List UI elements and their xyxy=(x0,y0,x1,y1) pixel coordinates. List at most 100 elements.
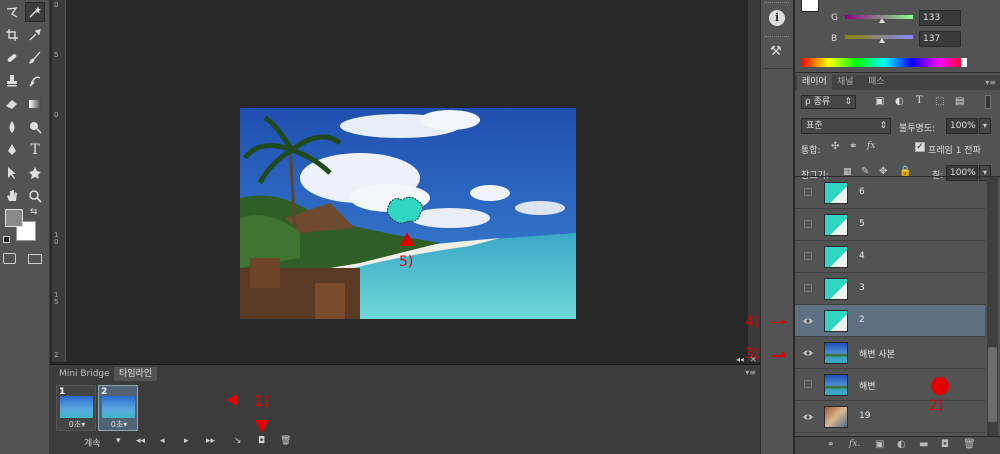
link-layers-icon[interactable]: ⚭ xyxy=(827,440,835,450)
chevron-down-icon[interactable]: ▾ xyxy=(116,436,121,446)
opacity-field[interactable] xyxy=(946,118,978,134)
timeline-frame-2[interactable]: 2 0초▾ xyxy=(98,385,138,431)
pixel-filter-icon[interactable]: ▣ xyxy=(875,96,884,107)
layer-thumbnail xyxy=(824,374,848,396)
magic-wand-icon[interactable] xyxy=(25,2,45,22)
foreground-color-swatch[interactable] xyxy=(5,209,23,227)
collapse-panels-icon[interactable]: ◂◂ xyxy=(736,355,744,364)
new-group-icon[interactable]: ▬ xyxy=(919,439,928,450)
shape-icon[interactable] xyxy=(25,163,45,183)
frame-delay-select[interactable]: 0초▾ xyxy=(99,419,139,430)
color-swatch[interactable] xyxy=(801,0,819,12)
tool-presets-icon[interactable]: ⚒ xyxy=(770,44,782,59)
visibility-toggle[interactable] xyxy=(804,220,812,228)
path-select-icon[interactable] xyxy=(2,163,22,183)
tab-channels[interactable]: 채널 xyxy=(837,75,854,90)
adjustment-layer-icon[interactable]: ◐ xyxy=(897,439,906,450)
unify-style-icon[interactable]: fx xyxy=(867,141,875,151)
duplicate-frame-icon[interactable]: ◘ xyxy=(258,436,265,446)
tween-icon[interactable]: ↘ xyxy=(234,436,242,446)
pen-icon[interactable] xyxy=(2,140,22,160)
fx-icon[interactable]: fx. xyxy=(849,439,860,449)
first-frame-icon[interactable]: ◂◂ xyxy=(136,436,145,446)
default-colors-icon[interactable] xyxy=(3,236,10,243)
history-brush-icon[interactable] xyxy=(25,71,45,91)
scrollbar-thumb[interactable] xyxy=(988,347,997,422)
g-label: G xyxy=(831,13,838,23)
stamp-icon[interactable] xyxy=(2,71,22,91)
right-panel: G B 레이어 채널 패스 ▾≡ ρ 종류 ⇕ ▣ ◐ T ⬚ ▤ 표준 xyxy=(795,0,1000,454)
tab-paths[interactable]: 패스 xyxy=(868,75,885,90)
brush-icon[interactable] xyxy=(25,48,45,68)
swap-colors-icon[interactable]: ⇆ xyxy=(30,207,38,217)
shape-filter-icon[interactable]: ⬚ xyxy=(935,96,944,107)
layer-row[interactable]: 6 xyxy=(795,177,985,209)
crop-icon[interactable] xyxy=(2,25,22,45)
blend-mode-label: 표준 xyxy=(806,121,823,131)
blur-icon[interactable] xyxy=(2,117,22,137)
filter-toggle[interactable] xyxy=(985,95,991,109)
trash-icon[interactable]: 🗑 xyxy=(963,439,976,450)
layer-list-scrollbar[interactable] xyxy=(987,177,998,436)
screen-mode-icon[interactable] xyxy=(28,254,42,264)
eye-icon[interactable] xyxy=(803,316,813,326)
panel-menu-icon[interactable]: ▾≡ xyxy=(745,368,756,377)
visibility-toggle[interactable] xyxy=(804,252,812,260)
eraser-icon[interactable] xyxy=(2,94,22,114)
layer-row[interactable]: 해변 사본 xyxy=(795,337,985,369)
unify-visibility-icon[interactable]: ⚭ xyxy=(849,141,857,152)
add-mask-icon[interactable]: ▣ xyxy=(875,439,884,450)
eye-icon[interactable] xyxy=(803,348,813,358)
layer-row[interactable]: 해변 xyxy=(795,369,985,401)
g-slider-handle[interactable] xyxy=(879,18,885,23)
eyedropper-icon[interactable] xyxy=(25,25,45,45)
blend-mode-select[interactable]: 표준 ⇕ xyxy=(801,118,891,134)
layers-bottom-bar: ⚭ fx. ▣ ◐ ▬ ◘ 🗑 xyxy=(795,436,1000,454)
layer-row[interactable]: 2 xyxy=(795,305,985,337)
hand-icon[interactable] xyxy=(2,186,22,206)
gradient-icon[interactable] xyxy=(25,94,45,114)
new-layer-icon[interactable]: ◘ xyxy=(941,439,949,450)
layer-row[interactable]: 4 xyxy=(795,241,985,273)
layer-row[interactable]: 5 xyxy=(795,209,985,241)
tab-timeline[interactable]: 타임라인 xyxy=(114,367,158,381)
tab-mini-bridge[interactable]: Mini Bridge xyxy=(54,367,115,381)
smart-object-filter-icon[interactable]: ▤ xyxy=(955,96,964,107)
layer-row[interactable]: 19 xyxy=(795,401,985,433)
b-label: B xyxy=(831,34,838,44)
previous-frame-icon[interactable]: ◂ xyxy=(160,436,165,446)
layer-kind-filter[interactable]: ρ 종류 ⇕ xyxy=(801,95,856,109)
visibility-toggle[interactable] xyxy=(804,188,812,196)
dodge-icon[interactable] xyxy=(25,117,45,137)
info-icon[interactable]: i xyxy=(769,10,785,26)
loop-select[interactable]: 계속 xyxy=(84,436,101,449)
quick-mask-icon[interactable] xyxy=(3,253,16,264)
frame-delay-select[interactable]: 0초▾ xyxy=(57,419,97,430)
type-filter-icon[interactable]: T xyxy=(916,95,923,106)
adjustment-filter-icon[interactable]: ◐ xyxy=(895,96,904,107)
timeline-frame-1[interactable]: 1 0초▾ xyxy=(56,385,96,431)
canvas-scrollbar[interactable] xyxy=(748,0,760,362)
layer-row[interactable]: 3 xyxy=(795,273,985,305)
chevron-down-icon[interactable]: ▾ xyxy=(979,118,991,134)
next-frame-icon[interactable]: ▸▸ xyxy=(206,436,215,446)
g-value-field[interactable] xyxy=(919,10,961,26)
propagate-frame-checkbox[interactable]: ✓ xyxy=(915,142,925,152)
close-icon[interactable]: ✕ xyxy=(750,355,757,364)
unify-position-icon[interactable]: ✣ xyxy=(831,141,839,152)
panel-menu-icon[interactable]: ▾≡ xyxy=(985,75,996,90)
visibility-toggle[interactable] xyxy=(804,380,812,388)
play-icon[interactable]: ▸ xyxy=(184,436,189,446)
zoom-icon[interactable] xyxy=(25,186,45,206)
trash-icon[interactable]: 🗑 xyxy=(280,436,291,446)
tab-layers[interactable]: 레이어 xyxy=(797,75,832,90)
ruler-tick: 5 xyxy=(54,51,59,59)
eye-icon[interactable] xyxy=(803,412,813,422)
visibility-toggle[interactable] xyxy=(804,284,812,292)
spot-heal-icon[interactable] xyxy=(2,48,22,68)
b-value-field[interactable] xyxy=(919,31,961,47)
b-slider-handle[interactable] xyxy=(879,38,885,43)
lasso-icon[interactable] xyxy=(2,3,22,23)
type-icon[interactable]: T xyxy=(25,140,45,160)
color-spectrum[interactable] xyxy=(801,58,967,67)
